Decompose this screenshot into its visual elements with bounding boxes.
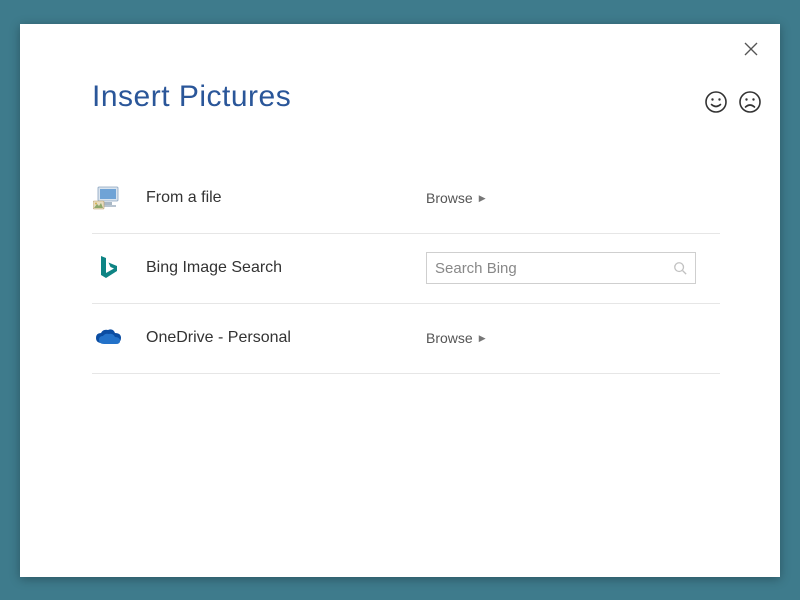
happy-face-icon <box>704 90 728 114</box>
chevron-right-icon: ▶ <box>479 193 486 204</box>
bing-search-input[interactable] <box>435 260 673 277</box>
bing-search-box[interactable] <box>426 252 696 284</box>
option-bing-search[interactable]: Bing Image Search <box>92 234 720 304</box>
close-button[interactable] <box>740 38 762 60</box>
browse-label: Browse <box>426 330 473 346</box>
bing-icon <box>92 252 124 284</box>
feedback-happy-button[interactable] <box>704 90 728 114</box>
browse-label: Browse <box>426 190 473 206</box>
browse-file-link[interactable]: Browse ▶ <box>426 190 486 206</box>
option-label: OneDrive - Personal <box>146 329 426 347</box>
sad-face-icon <box>738 90 762 114</box>
option-label: From a file <box>146 189 426 207</box>
options-list: From a file Browse ▶ Bing Image Search <box>92 164 720 374</box>
search-icon <box>673 261 687 275</box>
feedback-sad-button[interactable] <box>738 90 762 114</box>
browse-onedrive-link[interactable]: Browse ▶ <box>426 330 486 346</box>
onedrive-icon <box>92 322 124 354</box>
insert-pictures-dialog: Insert Pictures From a file Browse ▶ <box>20 24 780 577</box>
dialog-title: Insert Pictures <box>92 80 291 114</box>
option-onedrive[interactable]: OneDrive - Personal Browse ▶ <box>92 304 720 374</box>
option-from-file[interactable]: From a file Browse ▶ <box>92 164 720 234</box>
chevron-right-icon: ▶ <box>479 333 486 344</box>
close-icon <box>743 41 759 57</box>
option-label: Bing Image Search <box>146 259 426 277</box>
file-icon <box>92 182 124 214</box>
